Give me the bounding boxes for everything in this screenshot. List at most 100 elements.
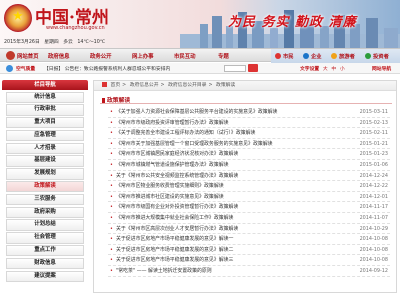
article-title-link[interactable]: 关于促进市区房地产市场平稳健康发展的意见》解读二 — [116, 245, 338, 255]
list-item[interactable]: • 《常州市市级国有企业对外投资管理暂行办法》政策解读 2014-11-17 — [108, 202, 390, 213]
bullet-icon: • — [110, 161, 113, 168]
list-item[interactable]: • 《常州市推进大规模集中就业社会保险工作》政策解读 2014-11-07 — [108, 213, 390, 224]
breadcrumb-gov-info[interactable]: 政府信息公开 — [130, 83, 159, 88]
article-date: 2014-11-07 — [359, 214, 388, 221]
sidebar-item-grassroots[interactable]: 基层建设 — [6, 155, 84, 167]
article-title-link[interactable]: 《关于加强人力资源社会保障基层公共服务平台建设的实施意见》政策解读 — [116, 107, 338, 117]
sidebar-item-statistics[interactable]: 统计信息 — [6, 91, 84, 103]
list-item[interactable]: • 《常州市推进城市社区建设的实施意见》政策解读 2014-12-01 — [108, 192, 390, 203]
site-navigation-link[interactable]: 网站导航 — [372, 65, 391, 72]
list-item[interactable]: • 《关于调整完善全市建设工程评标办法的通知（试行）》政策解读 2015-02-11 — [108, 128, 390, 139]
breadcrumb-current[interactable]: 政策解读 — [216, 83, 235, 88]
bullet-icon: • — [110, 246, 113, 253]
nav-topics[interactable]: 专题 — [218, 51, 229, 60]
list-item[interactable]: • 关于促进市区房地产市场平稳健康发展的意见》解读三 2014-10-08 — [108, 255, 390, 266]
article-date: 2014-12-24 — [359, 172, 388, 179]
bullet-icon: • — [110, 109, 113, 115]
list-item[interactable]: • 关于促进市区房地产市场平稳健康发展的意见》解读二 2014-10-08 — [108, 245, 390, 256]
font-size-large[interactable]: 大 — [323, 67, 328, 72]
article-title-link[interactable]: 《常州市市区城镇居民家庭经济状况核对办法》政策解读 — [116, 149, 338, 159]
article-title-link[interactable]: 《常州市关于加强基层管理一个窗口受理政务服务的实施意见》政策解读 — [116, 139, 338, 149]
search-button[interactable] — [248, 64, 258, 72]
nav-citizen-interaction[interactable]: 市民互动 — [174, 51, 196, 60]
sidebar-item-proposals[interactable]: 建议提案 — [6, 270, 84, 282]
sidebar-item-recruitment[interactable]: 人才招录 — [6, 142, 84, 154]
list-item[interactable]: • 《常州市市级政府投资评审管理暂行办法》政策解读 2015-02-13 — [108, 118, 390, 129]
sidebar: 栏目导航 统计信息 行政审批 重大项目 应急管理 人才招录 基层建设 发展规划 … — [2, 80, 88, 293]
sidebar-item-plans-summaries[interactable]: 计划总结 — [6, 219, 84, 231]
home-icon — [6, 51, 15, 60]
list-item[interactable]: • 关于《常州市公共安全视频监控系统管理办法》政策解读 2014-12-24 — [108, 171, 390, 182]
article-date: 2014-10-08 — [359, 236, 388, 243]
sidebar-item-social-management[interactable]: 社会管理 — [6, 232, 84, 244]
nav-gov-info[interactable]: 政府信息 — [48, 51, 70, 60]
font-size-medium[interactable]: 中 — [331, 67, 336, 72]
enterprise-icon — [303, 53, 309, 59]
nav-gov-affairs[interactable]: 政务公开 — [90, 51, 112, 60]
bullet-icon: • — [110, 204, 113, 211]
list-item[interactable]: • 《常州市城镇燃气管道设施保护管理办法》政策解读 2015-01-06 — [108, 160, 390, 171]
site-slogan: 为民 务实 勤政 清廉 — [228, 15, 357, 30]
article-title-link[interactable]: 《常州市市级国有企业对外投资管理暂行办法》政策解读 — [116, 202, 338, 212]
article-title-link[interactable]: 《常州市推进城市社区建设的实施意见》政策解读 — [116, 192, 338, 202]
font-size-small[interactable]: 小 — [340, 67, 345, 72]
bullet-icon: • — [110, 214, 113, 221]
nav-investors[interactable]: 投资者 — [365, 52, 389, 60]
bullet-icon: • — [110, 130, 113, 137]
sidebar-item-finance[interactable]: 财政信息 — [6, 257, 84, 270]
sidebar-item-admin-approval[interactable]: 行政审批 — [6, 104, 84, 116]
main-content: 首页 > 政府信息公开 > 政府信息公开目录 > 政策解读 政策解读 • 《关于加强人力… — [93, 80, 397, 293]
article-date: 2015-02-11 — [359, 130, 388, 137]
article-date: 2014-12-01 — [359, 193, 388, 200]
list-item[interactable]: • 关于促进市区房地产市场平稳健康发展的意见》解读一 2014-10-08 — [108, 234, 390, 245]
sidebar-item-agriculture[interactable]: 三农服务 — [6, 193, 84, 206]
article-date: 2015-03-11 — [359, 109, 388, 115]
article-title-link[interactable]: 关于《常州市公共安全视频监控系统管理办法》政策解读 — [116, 171, 338, 181]
article-title-link[interactable]: "常吃茶" —— 解读土地拆迁安置政策的原则 — [116, 266, 338, 276]
article-title-link[interactable]: 关于促进市区房地产市场平稳健康发展的意见》解读三 — [116, 255, 338, 265]
article-title-link[interactable]: 《常州市推进大规模集中就业社会保险工作》政策解读 — [116, 213, 338, 223]
article-date: 2014-10-08 — [359, 246, 388, 253]
nav-citizens[interactable]: 市民 — [275, 52, 294, 60]
air-quality-label[interactable]: 空气质量 — [16, 65, 35, 72]
nav-home[interactable]: 网站首页 — [6, 51, 39, 60]
site-url: www.changzhou.gov.cn — [46, 25, 105, 31]
article-title-link[interactable]: 《常州市区物业服务收费管理实施细则》政策解读 — [116, 181, 338, 191]
nav-tourists[interactable]: 旅游者 — [331, 52, 355, 60]
nav-online-services[interactable]: 网上办事 — [132, 51, 154, 60]
sidebar-item-emergency[interactable]: 应急管理 — [6, 129, 84, 142]
current-weekday: 星期四 — [44, 40, 59, 45]
breadcrumb-separator: > — [160, 83, 165, 88]
breadcrumb-home[interactable]: 首页 — [111, 83, 121, 88]
sidebar-item-procurement[interactable]: 政府采购 — [6, 206, 84, 218]
article-title-link[interactable]: 关于《常州市区高层次创业人才安居暂行办法》政策解读 — [116, 224, 338, 234]
search-input[interactable] — [224, 65, 246, 72]
article-date: 2015-01-06 — [359, 161, 388, 168]
article-date: 2014-10-29 — [359, 225, 388, 232]
list-item[interactable]: • 《常州市区物业服务收费管理实施细则》政策解读 2014-12-22 — [108, 181, 390, 192]
bullet-icon: • — [110, 236, 113, 243]
notice-ticker[interactable]: 【日报】 公告栏：致公路报警系统利人群忍城公平和安排内 — [44, 65, 170, 72]
article-title-link[interactable]: 关于促进市区房地产市场平稳健康发展的意见》解读一 — [116, 234, 338, 244]
sidebar-item-key-work[interactable]: 重点工作 — [6, 245, 84, 257]
list-item[interactable]: • 《关于加强人力资源社会保障基层公共服务平台建设的实施意见》政策解读 2015-0… — [108, 107, 390, 118]
current-date: 2015年3月26日 — [4, 40, 40, 45]
list-item[interactable]: • 《常州市关于加强基层管理一个窗口受理政务服务的实施意见》政策解读 2015-01… — [108, 139, 390, 150]
breadcrumb-catalog[interactable]: 政府信息公开目录 — [168, 83, 206, 88]
list-item[interactable]: • 关于《常州市区高层次创业人才安居暂行办法》政策解读 2014-10-29 — [108, 224, 390, 235]
font-setting-label: 文字设置 — [300, 67, 320, 72]
list-item[interactable]: • 《常州市市区城镇居民家庭经济状况核对办法》政策解读 2015-01-23 — [108, 149, 390, 160]
national-emblem-logo[interactable]: ★ — [4, 4, 32, 32]
article-title-link[interactable]: 《常州市市级政府投资评审管理暂行办法》政策解读 — [116, 118, 338, 128]
sidebar-item-policy-interpretation[interactable]: 政策解读 — [6, 181, 84, 193]
temperature: 14℃～10℃ — [77, 40, 106, 45]
list-item[interactable]: • "常吃茶" —— 解读土地拆迁安置政策的原则 2014-09-12 — [108, 266, 390, 277]
article-date: 2014-10-08 — [359, 257, 388, 264]
nav-enterprises[interactable]: 企业 — [303, 52, 322, 60]
article-title-link[interactable]: 《常州市城镇燃气管道设施保护管理办法》政策解读 — [116, 160, 338, 170]
article-date: 2014-09-12 — [359, 267, 388, 274]
sidebar-item-planning[interactable]: 发展规划 — [6, 168, 84, 180]
air-quality-icon — [6, 65, 13, 72]
sidebar-item-major-projects[interactable]: 重大项目 — [6, 117, 84, 129]
article-title-link[interactable]: 《关于调整完善全市建设工程评标办法的通知（试行）》政策解读 — [116, 128, 338, 138]
